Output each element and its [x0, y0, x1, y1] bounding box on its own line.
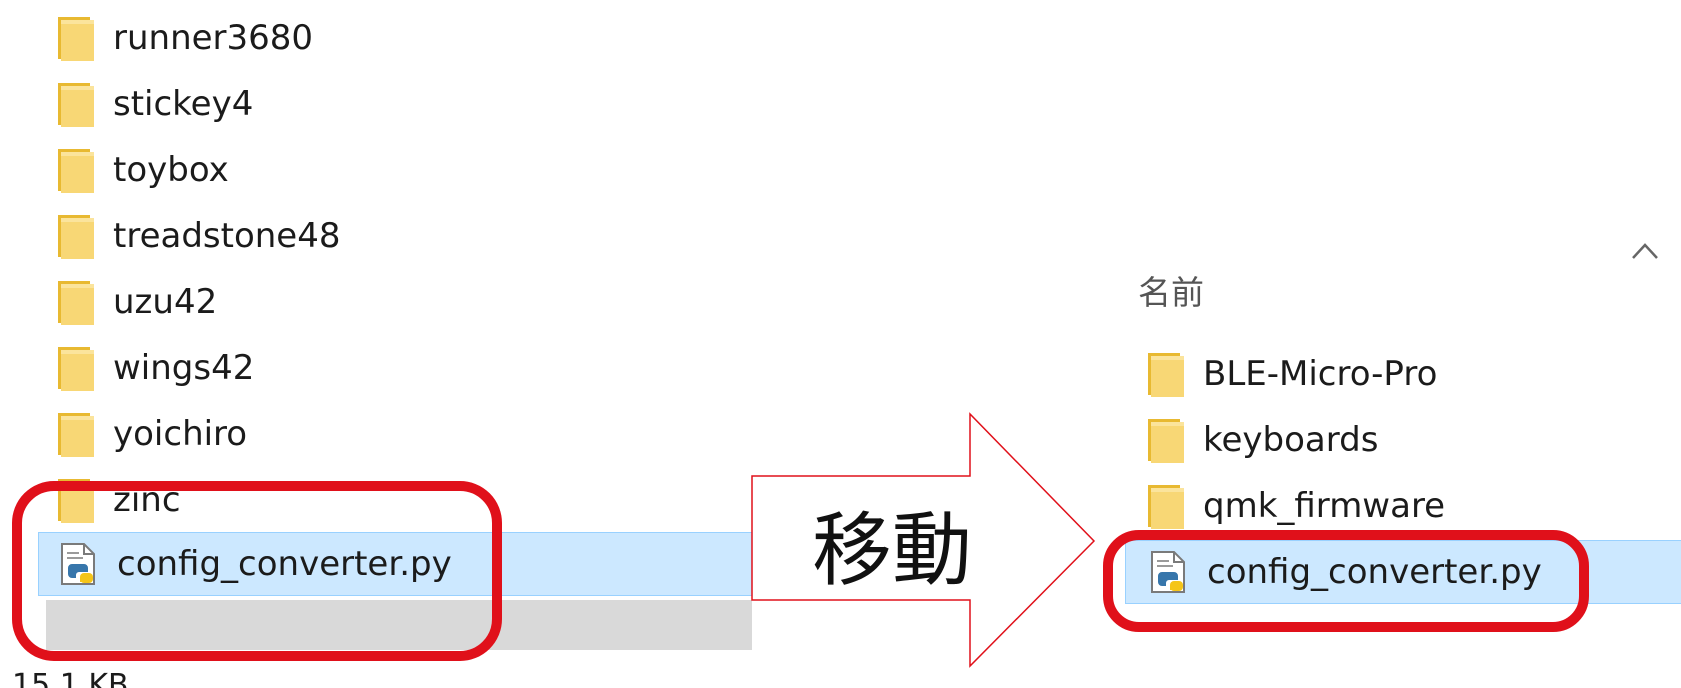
- move-label: 移動: [812, 504, 972, 597]
- folder-icon: [1146, 483, 1186, 529]
- folder-item[interactable]: qmk_firmware: [1146, 476, 1445, 536]
- chevron-up-icon[interactable]: [1630, 240, 1660, 262]
- column-header-name[interactable]: 名前: [1138, 266, 1204, 314]
- folder-label: BLE-Micro-Pro: [1203, 354, 1438, 394]
- folder-label: qmk_firmware: [1203, 486, 1446, 526]
- folder-label: keyboards: [1203, 420, 1379, 460]
- folder-icon: [1146, 351, 1186, 397]
- folder-item[interactable]: BLE-Micro-Pro: [1146, 344, 1437, 404]
- folder-item[interactable]: keyboards: [1146, 410, 1378, 470]
- highlight-circle-right: [1103, 530, 1589, 632]
- folder-icon: [1146, 417, 1186, 463]
